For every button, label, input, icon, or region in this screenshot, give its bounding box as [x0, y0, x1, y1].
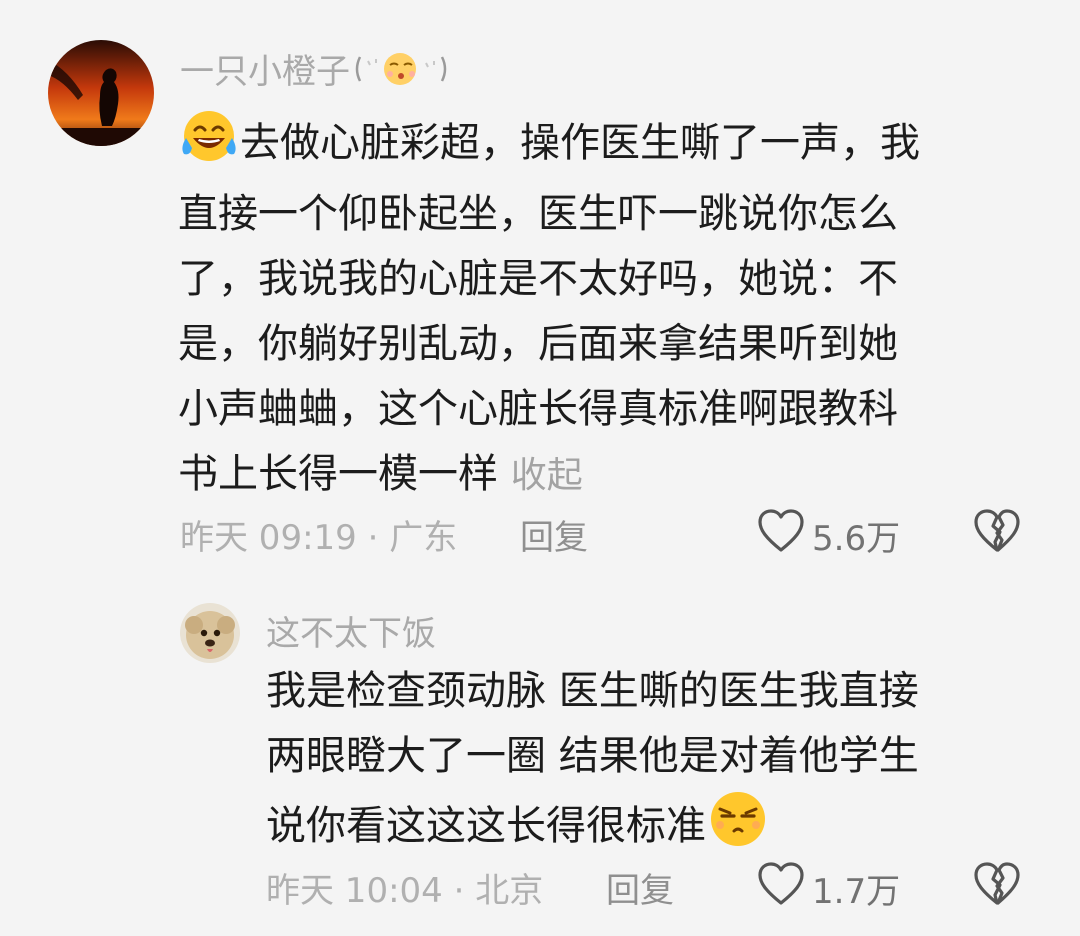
comment-line: 两眼瞪大了一圈 结果他是对着他学生	[266, 733, 919, 779]
avatar[interactable]	[48, 40, 154, 146]
comment-line: 我是检查颈动脉 医生嘶的医生我直接	[266, 668, 919, 714]
timestamp: 昨天 09:19	[180, 518, 357, 558]
dislike-button[interactable]	[972, 861, 1022, 911]
comment-text: 去做心脏彩超，操作医生嘶了一声，我 直接一个仰卧起坐，医生吓一跳说你怎么 了，我…	[178, 108, 920, 508]
username-text: 一只小橙子	[180, 52, 350, 92]
laugh-cry-emoji-icon	[178, 108, 240, 182]
like-count: 1.7万	[812, 872, 901, 912]
broken-heart-icon	[972, 509, 1022, 558]
location: 北京	[475, 871, 544, 911]
like-count: 5.6万	[812, 519, 901, 559]
heart-icon	[756, 508, 806, 563]
comment-line-text: 书上长得一模一样	[178, 451, 498, 497]
comment-line: 去做心脏彩超，操作医生嘶了一声，我	[178, 108, 920, 182]
comment-text: 我是检查颈动脉 医生嘶的医生我直接 两眼瞪大了一圈 结果他是对着他学生 说你看这…	[266, 659, 919, 867]
meta-separator: ·	[356, 518, 390, 558]
username[interactable]: 一只小橙子	[180, 44, 452, 98]
comment-meta: 昨天 09:19 · 广东	[180, 510, 457, 559]
heart-icon	[756, 861, 806, 916]
reply-button[interactable]: 回复	[520, 510, 588, 559]
location: 广东	[389, 518, 458, 558]
collapse-button[interactable]: 收起	[511, 455, 583, 496]
broken-heart-icon	[972, 862, 1022, 911]
comment-line-text: 说你看这这这长得很标准	[266, 803, 706, 849]
like-button[interactable]: 5.6万	[756, 508, 900, 563]
comment-line-text: 去做心脏彩超，操作医生嘶了一声，我	[240, 120, 920, 166]
avatar[interactable]	[180, 603, 240, 663]
meta-separator: ·	[442, 871, 476, 911]
timestamp: 昨天 10:04	[266, 871, 443, 911]
fan-badge-icon	[352, 53, 452, 98]
unamused-emoji-icon	[706, 789, 770, 867]
dislike-button[interactable]	[972, 508, 1022, 558]
comment-line: 书上长得一模一样 收起	[178, 442, 920, 508]
like-button[interactable]: 1.7万	[756, 861, 900, 916]
comment-line: 是，你躺好别乱动，后面来拿结果听到她	[178, 321, 898, 367]
comment-line: 小声蛐蛐，这个心脏长得真标准啊跟教科	[178, 386, 898, 432]
comment-line: 直接一个仰卧起坐，医生吓一跳说你怎么	[178, 191, 898, 237]
reply-button[interactable]: 回复	[606, 863, 674, 912]
comment-meta: 昨天 10:04 · 北京	[266, 863, 543, 912]
username[interactable]: 这不太下饭	[266, 606, 436, 655]
comment-line: 说你看这这这长得很标准	[266, 789, 919, 867]
comment-line: 了，我说我的心脏是不太好吗，她说：不	[178, 256, 898, 302]
